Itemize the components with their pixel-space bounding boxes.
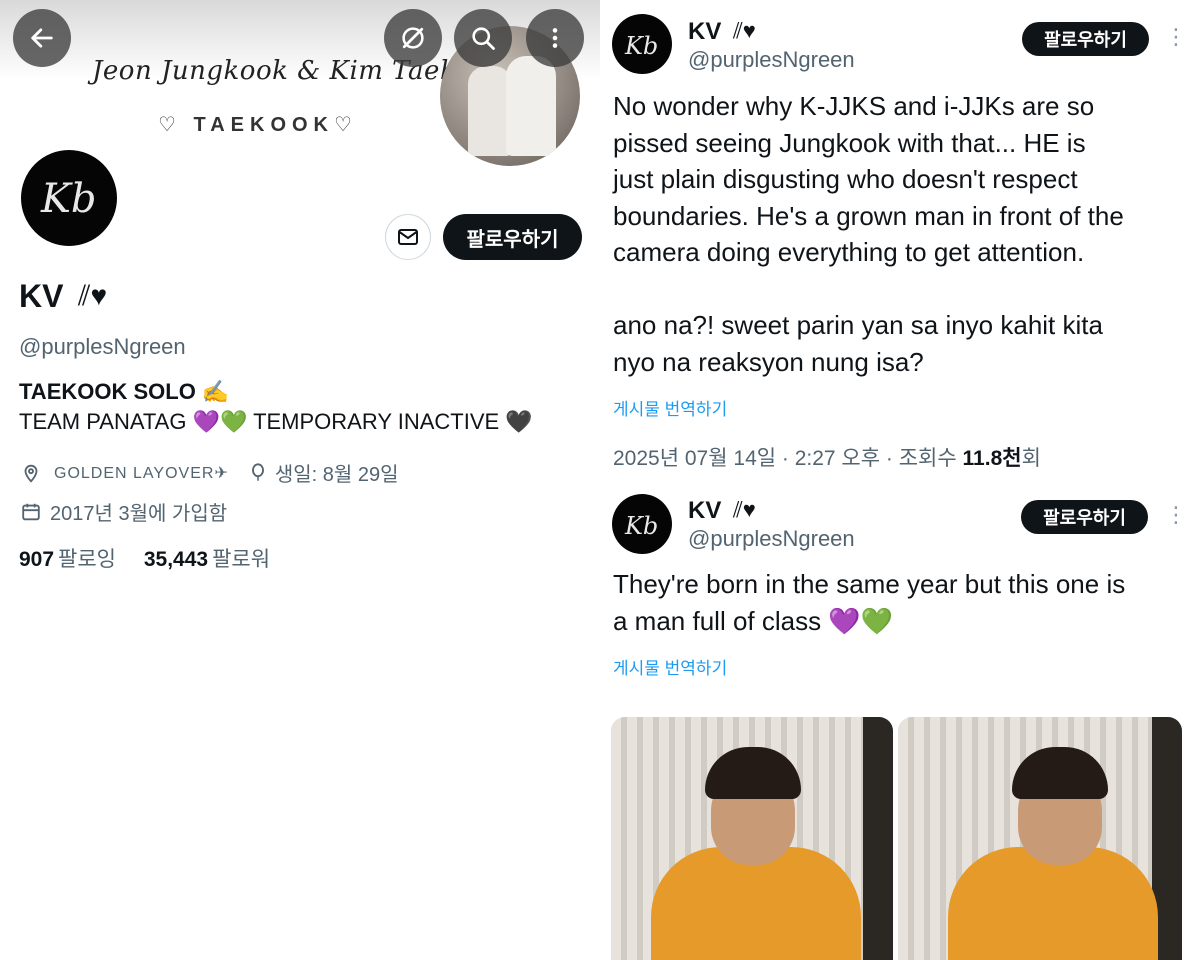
profile-join-date: 2017년 3월에 가입함 — [20, 497, 227, 526]
following-count[interactable]: 907 — [19, 548, 54, 571]
tweet-text-line: camera doing everything to get attention… — [613, 237, 1085, 267]
birthday-text: 생일: 8월 29일 — [274, 464, 399, 486]
avatar-monogram-text: Kb — [40, 176, 97, 222]
translate-post-link[interactable]: 게시물 번역하기 — [613, 654, 727, 679]
back-button[interactable] — [13, 9, 71, 67]
tweet-follow-button[interactable]: 팔로우하기 — [1022, 22, 1149, 56]
followers-count[interactable]: 35,443 — [144, 548, 208, 571]
tweet-author-name[interactable]: KV — [688, 497, 721, 525]
tweet-text-line: just plain disgusting who doesn't respec… — [613, 164, 1078, 194]
tweet-author-handle[interactable]: @purplesNgreen — [688, 526, 855, 552]
avatar-monogram: Kb — [40, 176, 97, 222]
profile-location: GOLDEN LAYOVER✈ 생일: 8월 29일 — [20, 458, 398, 487]
followers-label[interactable]: 팔로워 — [212, 548, 270, 571]
grok-button[interactable] — [384, 9, 442, 67]
photo-edge — [863, 717, 893, 960]
tweet-more-icon[interactable]: ⋮ — [1165, 24, 1187, 50]
avatar-monogram-text: Kb — [624, 512, 658, 540]
profile-bio-line: TAEKOOK SOLO ✍️ — [19, 379, 230, 404]
profile-name: KV — [19, 278, 64, 314]
avatar-monogram: Kb — [624, 32, 658, 60]
tweet-text-line: boundaries. He's a grown man in front of… — [613, 200, 1124, 231]
tweet-text-line: a man full of class 💜💚 — [613, 606, 894, 636]
profile-banner: Jeon Jungkook & Kim Taehyung ♡ TAEKOOK♡ — [0, 0, 600, 172]
profile-avatar[interactable]: Kb — [18, 147, 120, 249]
follow-button[interactable]: 팔로우하기 — [443, 214, 582, 260]
arrow-left-icon — [31, 28, 53, 48]
tweet-author-handle[interactable]: @purplesNgreen — [688, 47, 855, 73]
tweet-text-line: They're born in the same year but this o… — [613, 569, 1126, 599]
location-pin-icon — [24, 464, 38, 483]
profile-handle: @purplesNgreen — [19, 334, 186, 359]
tweet-avatar[interactable]: Kb — [612, 14, 672, 74]
profile-name-decoration: ⫽♥ — [78, 280, 108, 311]
more-options-button[interactable] — [526, 9, 584, 67]
tweet-media-image[interactable] — [611, 717, 893, 960]
tweet-more-icon[interactable]: ⋮ — [1165, 502, 1187, 528]
more-vertical-icon — [552, 28, 558, 48]
tweet-view-count: 11.8천 — [962, 447, 1022, 470]
banner-tag-text: ♡ TAEKOOK♡ — [158, 114, 358, 136]
tweet-author-name[interactable]: KV — [688, 18, 721, 46]
follow-stats: 907 팔로잉 35,443 팔로워 — [19, 543, 292, 573]
tweet-timestamp-text: 2025년 07월 14일 · 2:27 오후 · 조회수 — [613, 447, 963, 470]
message-button[interactable] — [385, 214, 431, 260]
location-text: GOLDEN LAYOVER✈ — [54, 464, 229, 482]
banner-photo-figure — [506, 56, 556, 156]
search-icon — [472, 27, 495, 50]
tweet-timestamp: 2025년 07월 14일 · 2:27 오후 · 조회수 11.8천회 — [613, 442, 1041, 472]
tweet-text-line: nyo na reaksyon nung isa? — [613, 346, 924, 377]
tweet-text-line: pissed seeing Jungkook with that... HE i… — [613, 127, 1086, 158]
calendar-icon — [22, 503, 40, 520]
tweet-follow-button[interactable]: 팔로우하기 — [1021, 500, 1148, 534]
tweet-author-name-deco: ⫽♥ — [733, 18, 756, 43]
profile-bio-line: TEAM PANATAG 💜💚 TEMPORARY INACTIVE 🖤 — [19, 409, 533, 434]
following-label[interactable]: 팔로잉 — [58, 548, 116, 571]
tweet-text-line: ano na?! sweet parin yan sa inyo kahit k… — [613, 310, 1103, 340]
tweet-avatar[interactable]: Kb — [612, 494, 672, 554]
tweet-media-image[interactable] — [898, 717, 1182, 960]
avatar-monogram-text: Kb — [624, 32, 658, 60]
profile-panel: Jeon Jungkook & Kim Taehyung ♡ TAEKOOK♡ … — [0, 0, 600, 960]
balloon-icon — [251, 462, 264, 481]
grok-icon — [402, 27, 424, 49]
search-button[interactable] — [454, 9, 512, 67]
tweet-author-name-deco: ⫽♥ — [733, 497, 756, 522]
tweet-view-suffix: 회 — [1021, 447, 1041, 470]
envelope-icon — [398, 229, 418, 245]
joined-text: 2017년 3월에 가입함 — [50, 503, 228, 525]
tweet-text-line: No wonder why K-JJKS and i-JJKs are so — [613, 91, 1095, 121]
avatar-monogram: Kb — [624, 512, 658, 540]
translate-post-link[interactable]: 게시물 번역하기 — [613, 395, 727, 420]
